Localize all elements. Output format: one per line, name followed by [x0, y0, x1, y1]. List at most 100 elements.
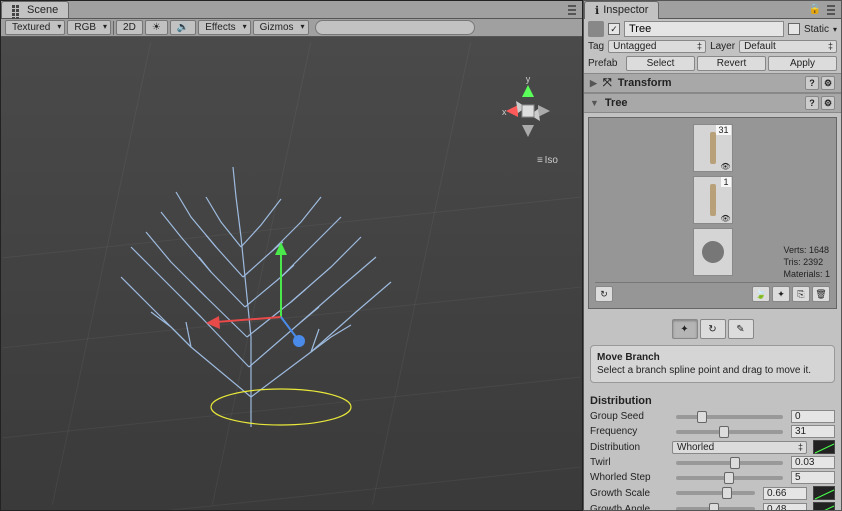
trunk-group-item[interactable]: 1 👁	[693, 176, 733, 224]
scene-tab-row: Scene	[1, 1, 582, 19]
property-value[interactable]: 0.66	[763, 487, 807, 500]
slider[interactable]	[676, 476, 783, 480]
tree-component-label: Tree	[605, 97, 628, 109]
transform-icon: ⤧	[603, 77, 612, 90]
scene-tab-label: Scene	[27, 4, 58, 16]
refresh-icon[interactable]: ↻	[595, 286, 613, 302]
settings-icon[interactable]: ⚙	[821, 76, 835, 90]
rotate-branch-tool[interactable]: ↻	[700, 319, 726, 339]
gizmos-dropdown[interactable]: Gizmos	[253, 20, 309, 35]
inspector-tab-label: Inspector	[603, 4, 648, 16]
panel-menu-icon[interactable]	[568, 4, 582, 16]
prefab-label: Prefab	[588, 58, 624, 69]
visibility-icon[interactable]: 👁	[720, 214, 730, 223]
root-group-item[interactable]	[693, 228, 733, 276]
layer-dropdown[interactable]: Default	[739, 40, 837, 53]
freehand-tool[interactable]: ✎	[728, 319, 754, 339]
property-row: Distribution Whorled	[584, 439, 841, 455]
property-row: Whorled Step 5	[584, 470, 841, 485]
slider[interactable]	[676, 430, 783, 434]
scene-search-input[interactable]	[315, 20, 475, 35]
lighting-toggle[interactable]: ☀	[145, 20, 168, 35]
hint-body: Select a branch spline point and drag to…	[597, 365, 828, 376]
prefab-revert-button[interactable]: Revert	[697, 56, 766, 71]
property-value[interactable]: 0.48	[763, 503, 807, 511]
slider[interactable]	[676, 507, 755, 511]
property-value[interactable]: 31	[791, 425, 835, 438]
fold-icon: ▶	[590, 78, 597, 89]
layer-label: Layer	[710, 41, 735, 52]
prefab-select-button[interactable]: Select	[626, 56, 695, 71]
scene-panel: Scene Textured RGB 2D ☀ 🔊 Effects Gizmos	[0, 0, 583, 511]
effects-dropdown[interactable]: Effects	[198, 20, 250, 35]
move-branch-tool[interactable]: ✦	[672, 319, 698, 339]
hint-title: Move Branch	[597, 352, 828, 363]
transform-gizmo[interactable]	[201, 237, 361, 357]
slider[interactable]	[676, 415, 783, 419]
property-label: Growth Angle	[590, 504, 668, 511]
property-value[interactable]: 0	[791, 410, 835, 423]
curve-graph[interactable]	[813, 440, 835, 454]
branch-group-item[interactable]: 31 👁	[693, 124, 733, 172]
curve-graph[interactable]	[813, 502, 835, 511]
shading-dropdown[interactable]: Textured	[5, 20, 65, 35]
distribution-section-title: Distribution	[584, 391, 841, 409]
object-enabled-checkbox[interactable]: ✓	[608, 23, 620, 35]
slider[interactable]	[676, 461, 783, 465]
add-leaf-icon[interactable]: 🍃	[752, 286, 770, 302]
tool-hint: Move Branch Select a branch spline point…	[590, 345, 835, 383]
delete-icon[interactable]: 🗑	[812, 286, 830, 302]
slider[interactable]	[676, 491, 755, 495]
property-row: Growth Scale 0.66	[584, 485, 841, 501]
curve-graph[interactable]	[813, 486, 835, 500]
scene-tab[interactable]: Scene	[1, 1, 69, 18]
inspector-tab[interactable]: ℹ Inspector	[584, 1, 659, 19]
2d-toggle[interactable]: 2D	[116, 20, 143, 35]
static-checkbox[interactable]	[788, 23, 800, 35]
orientation-gizmo[interactable]: y x	[498, 73, 558, 143]
property-label: Group Seed	[590, 411, 668, 422]
property-value[interactable]: 0.03	[791, 456, 835, 469]
svg-text:y: y	[526, 74, 531, 84]
branch-count: 31	[716, 125, 730, 135]
scene-toolbar: Textured RGB 2D ☀ 🔊 Effects Gizmos	[1, 19, 582, 37]
inspector-panel: ℹ Inspector 🔒 ✓ Static ▾ Tag Untagged La…	[583, 0, 842, 511]
tree-component-header[interactable]: ▼ Tree ? ⚙	[584, 93, 841, 113]
property-label: Whorled Step	[590, 472, 668, 483]
distribution-dropdown[interactable]: Whorled	[672, 441, 807, 454]
mesh-stats: Verts: 1648 Tris: 2392 Materials: 1	[783, 244, 830, 280]
property-label: Frequency	[590, 426, 668, 437]
property-row: Frequency 31	[584, 424, 841, 439]
property-label: Twirl	[590, 457, 668, 468]
prefab-apply-button[interactable]: Apply	[768, 56, 837, 71]
object-name-input[interactable]	[624, 21, 784, 37]
projection-label[interactable]: ≡ Iso	[537, 155, 558, 166]
tag-dropdown[interactable]: Untagged	[608, 40, 706, 53]
object-header: ✓ Static ▾	[584, 19, 841, 39]
static-dropdown-icon[interactable]: ▾	[833, 25, 837, 34]
fold-icon: ▼	[590, 98, 599, 108]
panel-menu-icon[interactable]	[827, 4, 841, 16]
scene-view[interactable]: y x ≡ Iso	[1, 37, 582, 510]
inspector-icon: ℹ	[595, 4, 599, 17]
svg-text:x: x	[502, 107, 507, 117]
settings-icon[interactable]: ⚙	[821, 96, 835, 110]
trunk-count: 1	[721, 177, 730, 187]
audio-toggle[interactable]: 🔊	[170, 20, 196, 35]
property-label: Growth Scale	[590, 488, 668, 499]
property-row: Twirl 0.03	[584, 455, 841, 470]
help-icon[interactable]: ?	[805, 96, 819, 110]
add-branch-icon[interactable]: ✦	[772, 286, 790, 302]
lock-icon[interactable]: 🔒	[809, 4, 827, 15]
inspector-tab-row: ℹ Inspector 🔒	[584, 1, 841, 19]
object-icon[interactable]	[588, 21, 604, 37]
property-label: Distribution	[590, 442, 668, 453]
branch-tool-row: ✦ ↻ ✎	[584, 313, 841, 345]
help-icon[interactable]: ?	[805, 76, 819, 90]
rendermode-dropdown[interactable]: RGB	[67, 20, 111, 35]
tag-label: Tag	[588, 41, 604, 52]
transform-component-header[interactable]: ▶ ⤧ Transform ? ⚙	[584, 73, 841, 93]
duplicate-icon[interactable]: ⎘	[792, 286, 810, 302]
property-value[interactable]: 5	[791, 471, 835, 484]
visibility-icon[interactable]: 👁	[720, 162, 730, 171]
